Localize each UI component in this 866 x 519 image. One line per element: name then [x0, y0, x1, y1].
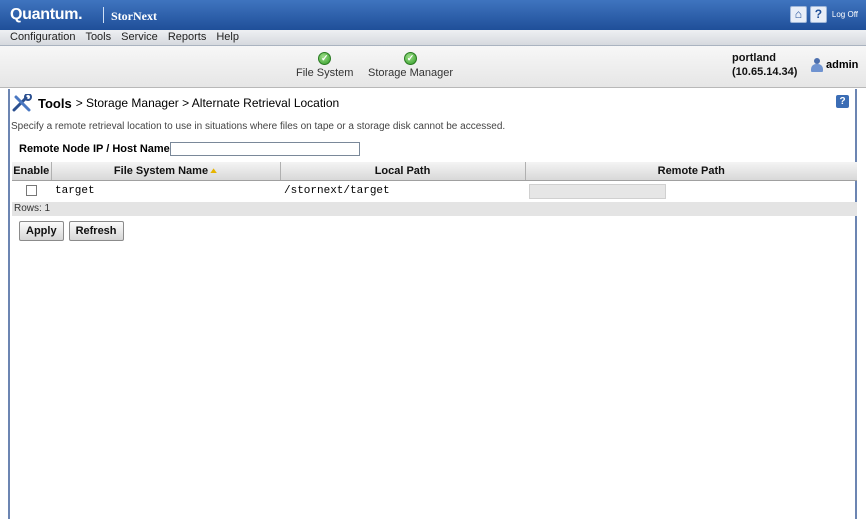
status-ok-icon: ✓: [404, 52, 417, 65]
host-info: portland (10.65.14.34): [732, 51, 797, 79]
quantum-logo: Quantum.: [10, 6, 83, 23]
column-label: File System Name: [113, 164, 209, 177]
table-header-row: Enable File System Name Local Path Remot…: [12, 162, 857, 181]
content-frame: Tools > Storage Manager > Alternate Retr…: [8, 89, 857, 519]
user-icon: [810, 57, 824, 73]
service-storage-manager[interactable]: ✓ Storage Manager: [368, 52, 453, 79]
user-info[interactable]: admin: [810, 57, 858, 73]
column-enable[interactable]: Enable: [12, 162, 52, 181]
menu-reports[interactable]: Reports: [168, 31, 207, 43]
breadcrumb: Tools > Storage Manager > Alternate Retr…: [12, 93, 339, 113]
remote-node-input[interactable]: [169, 142, 360, 156]
file-system-cell: target: [55, 185, 95, 198]
logoff-button[interactable]: Log Off: [832, 10, 858, 19]
refresh-button[interactable]: Refresh: [68, 221, 124, 241]
page-description: Specify a remote retrieval location to u…: [11, 121, 506, 132]
service-label: File System: [296, 67, 354, 79]
page-title: Tools: [38, 95, 72, 111]
home-icon[interactable]: ⌂: [789, 6, 807, 23]
enable-cell: [12, 180, 51, 202]
menu-tools[interactable]: Tools: [85, 31, 111, 43]
status-ok-icon: ✓: [318, 52, 332, 65]
remote-node-row: Remote Node IP / Host Name: [19, 142, 360, 156]
remote-node-label: Remote Node IP / Host Name: [19, 143, 170, 155]
page-help-icon[interactable]: ?: [836, 95, 849, 108]
column-file-system-name[interactable]: File System Name: [51, 162, 281, 181]
action-buttons: Apply Refresh: [19, 221, 124, 241]
header-actions: ⌂ ? Log Off: [789, 6, 858, 23]
apply-button[interactable]: Apply: [19, 221, 64, 241]
local-path-cell: /stornext/target: [284, 185, 390, 198]
table-row: target /stornext/target: [12, 180, 857, 202]
column-remote-path[interactable]: Remote Path: [525, 162, 857, 181]
row-count: Rows: 1: [12, 202, 857, 216]
menu-help[interactable]: Help: [216, 31, 239, 43]
user-name: admin: [826, 59, 859, 71]
enable-checkbox[interactable]: [26, 185, 37, 197]
service-file-system[interactable]: ✓ File System: [296, 52, 353, 79]
location-table: Enable File System Name Local Path Remot…: [12, 162, 857, 216]
brand-divider: [103, 7, 104, 23]
remote-path-input[interactable]: [529, 183, 666, 199]
tools-icon: [12, 94, 32, 112]
help-icon[interactable]: ?: [809, 6, 827, 23]
product-name: StorNext: [111, 9, 157, 23]
app-header: Quantum. StorNext ⌂ ? Log Off: [0, 0, 866, 30]
menu-bar: Configuration Tools Service Reports Help: [0, 30, 866, 46]
host-name: portland: [732, 52, 776, 64]
column-local-path[interactable]: Local Path: [280, 162, 526, 181]
remote-path-cell: [525, 180, 857, 202]
service-label: Storage Manager: [368, 67, 453, 79]
menu-configuration[interactable]: Configuration: [10, 31, 75, 43]
host-ip: (10.65.14.34): [732, 66, 798, 78]
sort-ascending-icon: [210, 168, 218, 174]
breadcrumb-path: > Storage Manager > Alternate Retrieval …: [75, 96, 340, 110]
status-bar: ✓ File System ✓ Storage Manager portland…: [0, 46, 866, 88]
menu-service[interactable]: Service: [121, 31, 158, 43]
